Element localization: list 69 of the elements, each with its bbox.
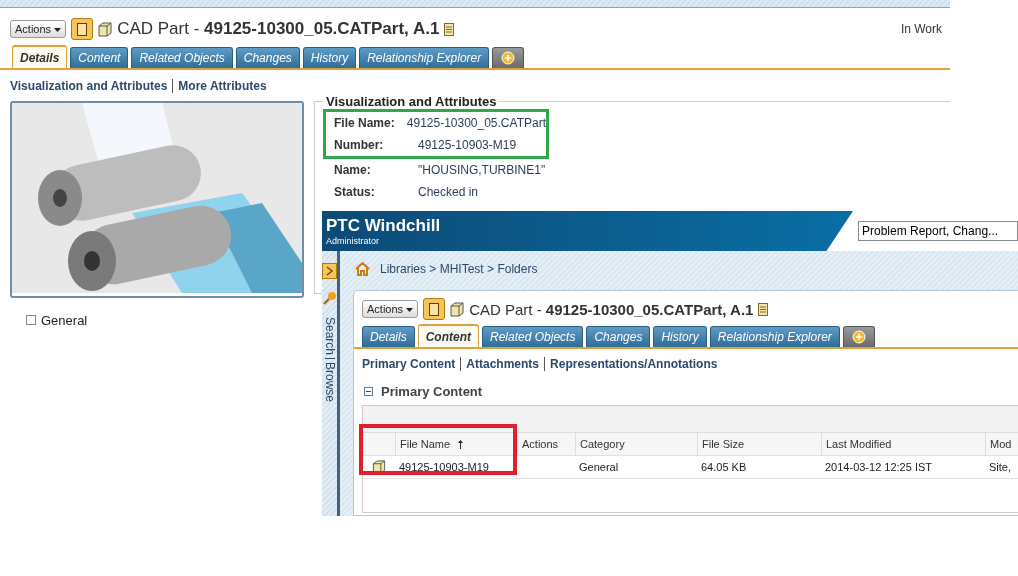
column-header[interactable]: Category xyxy=(575,433,697,455)
document-icon[interactable] xyxy=(758,302,769,316)
cube-icon xyxy=(450,301,465,317)
section-link[interactable]: Visualization and Attributes xyxy=(10,79,168,93)
section-link[interactable]: Attachments xyxy=(466,357,540,371)
add-tab-button[interactable] xyxy=(492,47,525,68)
page-title: CAD Part - 49125-10300_05.CATPart, A.1 xyxy=(469,300,754,318)
attribute-label: Number: xyxy=(334,138,385,152)
user-role: Administrator xyxy=(326,236,380,246)
actions-button[interactable]: Actions xyxy=(362,300,419,318)
table-cell: 2014-03-12 12:25 IST xyxy=(825,461,933,473)
column-header[interactable]: File Size xyxy=(697,433,821,455)
tab[interactable]: History xyxy=(653,326,707,347)
tab[interactable]: Details xyxy=(362,326,415,347)
attribute-value: Checked in xyxy=(418,185,479,199)
attribute-value: 49125-10300_05.CATPart xyxy=(406,116,546,130)
attribute-label: Status: xyxy=(334,185,376,199)
home-icon[interactable] xyxy=(355,262,370,276)
table-cell: 49125-10903-M19 xyxy=(399,461,489,473)
document-icon[interactable] xyxy=(71,18,94,40)
breadcrumb[interactable]: Libraries > MHITest > Folders xyxy=(380,262,538,276)
tab[interactable]: Changes xyxy=(586,326,651,347)
expand-icon[interactable] xyxy=(322,263,337,279)
table-cell: General xyxy=(579,461,619,473)
section-link[interactable]: More Attributes xyxy=(178,79,267,93)
caret-icon xyxy=(54,28,62,33)
attribute-label: Name: xyxy=(334,163,372,177)
tab[interactable]: Details xyxy=(12,45,68,68)
tab[interactable]: Content xyxy=(417,324,479,347)
tab[interactable]: Related Objects xyxy=(482,326,584,347)
section-title: Visualization and Attributes xyxy=(325,94,498,109)
column-header[interactable]: Last Modified xyxy=(821,433,985,455)
state-label: In Work xyxy=(900,22,942,36)
cube-icon xyxy=(98,21,113,37)
tab[interactable]: Changes xyxy=(235,47,300,68)
sort-arrow-icon xyxy=(458,439,464,449)
section-title: Primary Content xyxy=(381,384,483,399)
plus-icon xyxy=(501,51,516,65)
attribute-value: "HOUSING,TURBINE1" xyxy=(418,163,546,177)
search-icon[interactable] xyxy=(322,291,337,305)
brand-name: PTC Windchill xyxy=(326,216,442,236)
cube-icon xyxy=(372,460,386,474)
tab[interactable]: History xyxy=(302,47,357,68)
column-header[interactable]: File Name xyxy=(395,433,517,455)
actions-button[interactable]: Actions xyxy=(10,20,67,38)
document-icon[interactable] xyxy=(444,22,455,36)
column-header[interactable]: Actions xyxy=(517,433,575,455)
column-header[interactable]: Mod xyxy=(985,433,1018,455)
tab[interactable]: Relationship Explorer xyxy=(709,326,840,347)
tab[interactable]: Related Objects xyxy=(131,47,233,68)
collapse-icon[interactable] xyxy=(364,387,373,396)
side-tab[interactable]: Search xyxy=(322,317,337,356)
attribute-value: 49125-10903-M19 xyxy=(418,138,517,152)
table-cell: Site, xyxy=(989,461,1011,473)
caret-icon xyxy=(406,308,414,313)
checkbox[interactable] xyxy=(26,315,36,325)
search-field[interactable]: Problem Report, Chang... xyxy=(858,221,1018,241)
plus-icon xyxy=(851,330,866,344)
table-cell: 64.05 KB xyxy=(701,461,747,473)
side-tab[interactable]: Browse xyxy=(322,362,337,403)
add-tab-button[interactable] xyxy=(842,326,875,347)
tab[interactable]: Relationship Explorer xyxy=(359,47,490,68)
section-link[interactable]: Primary Content xyxy=(362,357,456,371)
page-title: CAD Part - 49125-10300_05.CATPart, A.1 xyxy=(117,19,440,39)
attribute-label: File Name: xyxy=(334,116,396,130)
tab[interactable]: Content xyxy=(70,47,129,68)
checkbox-label: General xyxy=(41,312,88,328)
document-icon[interactable] xyxy=(423,298,446,320)
section-link[interactable]: Representations/Annotations xyxy=(550,357,718,371)
